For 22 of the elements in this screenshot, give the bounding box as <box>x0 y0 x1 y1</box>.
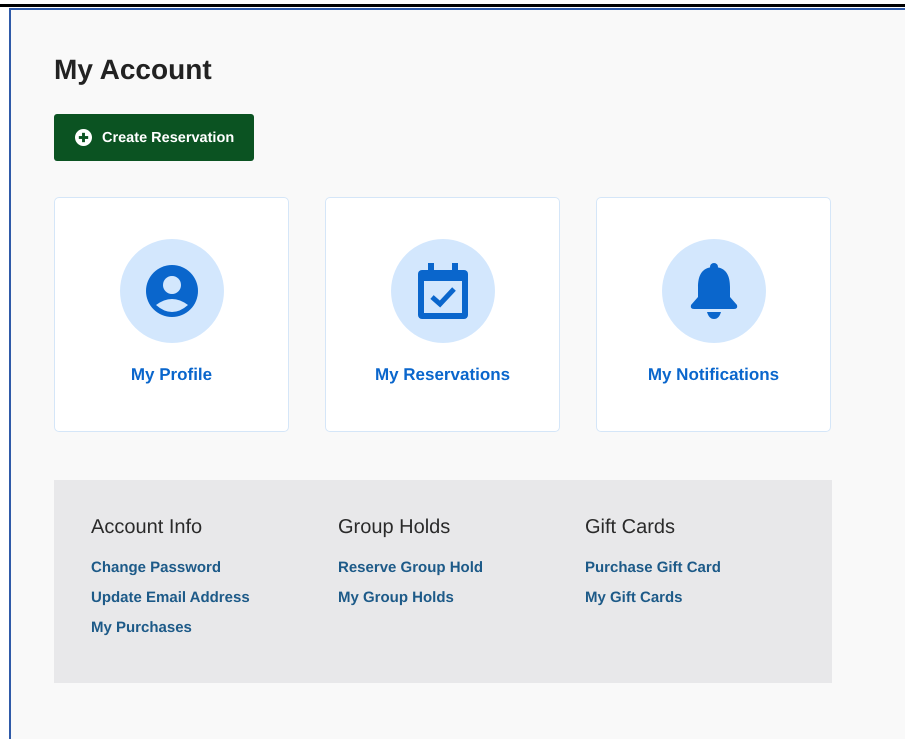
section-heading: Account Info <box>91 516 204 539</box>
navigation-card[interactable]: My Notifications <box>596 197 831 432</box>
page-title: My Account <box>54 54 213 86</box>
account-link[interactable]: Change Password <box>91 553 222 583</box>
card-label: My Profile <box>130 365 212 385</box>
account-link[interactable]: My Group Holds <box>338 583 454 613</box>
navigation-card[interactable]: My Reservations <box>325 197 560 432</box>
account-link[interactable]: Reserve Group Hold <box>338 553 484 583</box>
bell-icon <box>688 263 738 319</box>
card-label: My Reservations <box>374 365 510 385</box>
plus-circle-icon <box>75 129 92 146</box>
navigation-card[interactable]: My Profile <box>54 197 289 432</box>
section-heading: Group Holds <box>338 516 452 539</box>
account-link[interactable]: Update Email Address <box>91 583 250 613</box>
account-link[interactable]: Purchase Gift Card <box>585 553 721 583</box>
create-reservation-button[interactable]: Create Reservation <box>54 114 254 161</box>
section-heading: Gift Cards <box>585 516 676 539</box>
card-label: My Notifications <box>648 365 780 385</box>
account-link[interactable]: My Purchases <box>91 613 192 643</box>
user-icon <box>146 265 198 317</box>
account-link[interactable]: My Gift Cards <box>585 583 683 613</box>
calendar-check-icon <box>418 263 468 319</box>
